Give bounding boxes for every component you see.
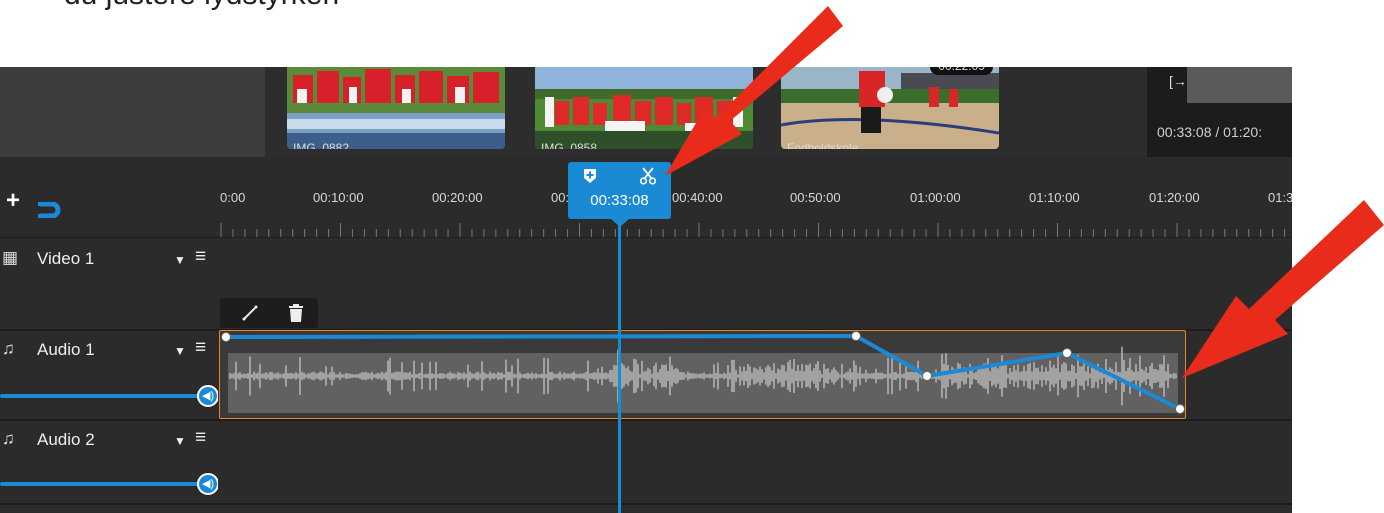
hamburger-menu-icon[interactable]: ≡ bbox=[195, 337, 206, 359]
preview-panel: [→ 00:33:08 / 01:20: bbox=[1147, 67, 1292, 157]
track-name: Audio 1 bbox=[37, 340, 95, 359]
track-name: Video 1 bbox=[37, 249, 95, 268]
music-note-icon: ♫ bbox=[2, 429, 15, 448]
chevron-down-icon[interactable]: ▼ bbox=[174, 434, 186, 448]
media-name: IMG_0858 bbox=[541, 141, 598, 149]
film-icon: ▦ bbox=[2, 248, 19, 267]
preview-screen bbox=[1187, 67, 1292, 103]
track-divider bbox=[0, 503, 1292, 505]
media-thumbnail-1[interactable]: IMG_0882 bbox=[287, 67, 505, 149]
clip-toolbar bbox=[220, 298, 318, 328]
add-marker-icon[interactable] bbox=[582, 168, 598, 184]
keyframe-button[interactable] bbox=[230, 298, 270, 328]
audio-clip[interactable] bbox=[219, 330, 1186, 419]
ruler-label: 01:10:00 bbox=[1029, 190, 1080, 205]
envelope-keyframe[interactable] bbox=[1062, 348, 1072, 358]
playhead-line[interactable] bbox=[618, 222, 621, 513]
ruler-label: 00:20:00 bbox=[432, 190, 483, 205]
delete-button[interactable] bbox=[276, 298, 316, 328]
track-header-video-1: ▦ Video 1 ▼ ≡ bbox=[0, 239, 218, 329]
annotation-arrow bbox=[665, 6, 843, 176]
trash-icon bbox=[289, 304, 303, 322]
hamburger-menu-icon[interactable]: ≡ bbox=[195, 427, 206, 449]
envelope-keyframe[interactable] bbox=[221, 332, 231, 342]
pen-line-icon bbox=[242, 305, 258, 321]
plus-icon[interactable]: + bbox=[6, 189, 20, 213]
exit-icon[interactable]: [→ bbox=[1169, 73, 1187, 89]
annotation-arrow bbox=[1182, 200, 1384, 378]
preview-time: 00:33:08 / 01:20: bbox=[1157, 124, 1263, 140]
media-cell: IMG_0882 bbox=[265, 67, 513, 157]
track-header-audio-1: ♫ Audio 1 ▼ ≡ ◀) bbox=[0, 331, 219, 419]
track-name: Audio 2 bbox=[37, 430, 95, 449]
track-area-audio-2[interactable] bbox=[218, 421, 1292, 513]
envelope-keyframe[interactable] bbox=[1175, 404, 1185, 414]
chevron-down-icon[interactable]: ▼ bbox=[174, 253, 186, 267]
media-name: IMG_0882 bbox=[293, 141, 350, 149]
hamburger-menu-icon[interactable]: ≡ bbox=[195, 246, 206, 268]
ruler-label: 00:10:00 bbox=[313, 190, 364, 205]
playhead-pointer bbox=[610, 218, 630, 227]
music-note-icon: ♫ bbox=[2, 339, 15, 358]
volume-slider[interactable] bbox=[0, 394, 207, 398]
track-header-audio-2: ♫ Audio 2 ▼ ≡ ◀) bbox=[0, 421, 219, 513]
magnet-icon[interactable] bbox=[38, 202, 64, 218]
envelope-keyframe[interactable] bbox=[851, 331, 861, 341]
ruler-label: 0:00 bbox=[220, 190, 246, 205]
volume-slider-handle[interactable]: ◀) bbox=[197, 473, 219, 495]
envelope-keyframe[interactable] bbox=[922, 371, 932, 381]
team-photo-image bbox=[287, 67, 505, 149]
volume-slider-handle[interactable]: ◀) bbox=[197, 385, 219, 407]
media-strip-empty bbox=[0, 67, 265, 157]
volume-envelope[interactable] bbox=[220, 331, 1186, 419]
caption-text: du justere lydstyrken bbox=[64, 0, 339, 12]
volume-slider[interactable] bbox=[0, 482, 207, 486]
ruler-ticks[interactable] bbox=[218, 219, 1292, 238]
ruler-label: 01:00:00 bbox=[910, 190, 961, 205]
media-duration-badge: 00:22:09 bbox=[930, 67, 993, 75]
track-area-video-1[interactable] bbox=[218, 239, 1292, 329]
chevron-down-icon[interactable]: ▼ bbox=[174, 344, 186, 358]
